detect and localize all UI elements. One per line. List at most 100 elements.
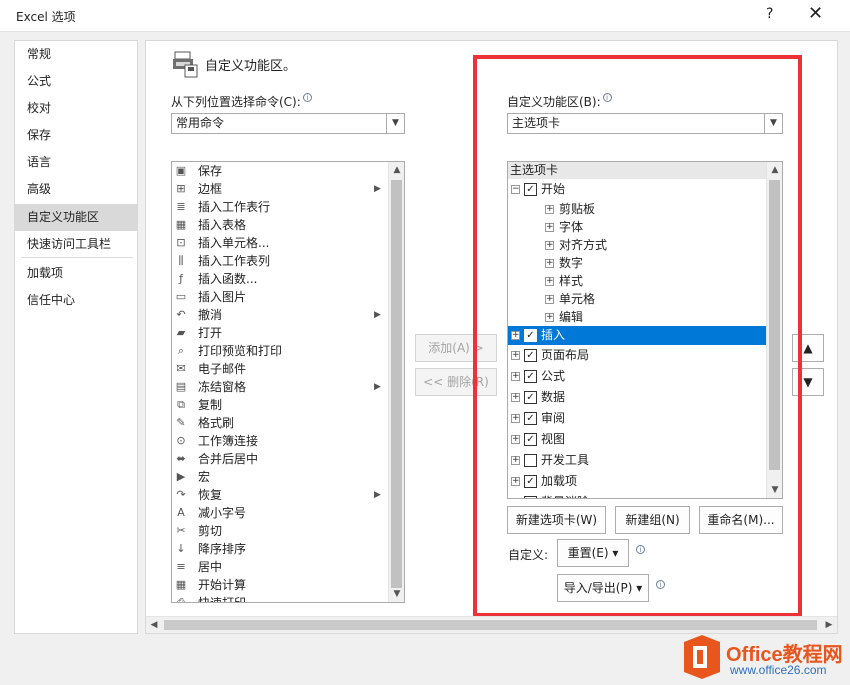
command-item[interactable]: ⊙ 工作簿连接 [174, 432, 386, 450]
insert-column-icon: ⫼ [178, 254, 184, 267]
calculate-icon: ▦ [175, 578, 187, 591]
command-item[interactable]: ▭ 插入图片 [174, 288, 386, 306]
window-title: Excel 选项 [16, 10, 76, 24]
command-label: 工作簿连接 [198, 434, 259, 448]
command-label: 冻结窗格 [198, 380, 247, 394]
macro-icon: ▶ [176, 470, 186, 483]
command-item[interactable]: ▣ 保存 [174, 162, 386, 180]
scroll-up-icon[interactable]: ▲ [389, 162, 404, 178]
command-item[interactable]: ▤ 冻结窗格 ▶ [174, 378, 386, 396]
insert-table-icon: ▦ [175, 218, 187, 231]
command-item[interactable]: ↷ 恢复 ▶ [174, 486, 386, 504]
nav-item[interactable]: 信任中心 [15, 287, 137, 314]
command-item[interactable]: ⊡ 插入单元格... [174, 234, 386, 252]
command-item[interactable]: ⫼ 插入工作表列 [174, 252, 386, 270]
command-label: 剪切 [198, 524, 223, 538]
command-label: 插入表格 [198, 218, 247, 232]
border-icon: ⊞ [176, 182, 186, 195]
nav-item[interactable]: 校对 [15, 95, 137, 122]
command-label: 插入函数... [198, 272, 258, 286]
close-button[interactable]: ✕ [808, 3, 823, 24]
horizontal-scrollbar[interactable]: ◀ ▶ [146, 616, 837, 633]
scroll-left-icon[interactable]: ◀ [146, 617, 162, 633]
command-label: 撤消 [198, 308, 223, 322]
info-icon: i [302, 93, 312, 102]
submenu-arrow-icon: ▶ [374, 490, 381, 500]
quick-print-icon: ⎙ [176, 596, 186, 603]
watermark-url: www.office26.com [730, 663, 827, 677]
sort-desc-icon: ↓ [176, 542, 186, 555]
commands-scrollbar[interactable]: ▲ ▼ [388, 162, 404, 602]
merge-center-icon: ⬌ [176, 452, 186, 465]
nav-item[interactable]: 常规 [15, 41, 137, 68]
combo-value: 常用命令 [176, 116, 225, 130]
connections-icon: ⊙ [176, 434, 186, 447]
nav-item[interactable]: 自定义功能区 [15, 204, 137, 231]
command-item[interactable]: ✎ 格式刷 [174, 414, 386, 432]
command-label: 打开 [198, 326, 223, 340]
submenu-arrow-icon: ▶ [374, 310, 381, 320]
scroll-down-icon[interactable]: ▼ [389, 586, 404, 602]
commands-list[interactable]: ▲ ▼ ▣ 保存 ⊞ 边框 ▶ ≣ 插入工作表行 ▦ 插入表格 ⊡ 插入单元格... ⫼ 插入工作表列 ƒ… [171, 161, 405, 603]
commands-source-label: 从下列位置选择命令(C): i [171, 93, 312, 110]
nav-separator [21, 257, 133, 258]
chevron-down-icon[interactable]: ▼ [386, 114, 404, 133]
nav-item[interactable]: 快速访问工具栏 [15, 231, 137, 258]
ribbon-customize-icon [173, 51, 198, 78]
command-label: 打印预览和打印 [198, 344, 283, 358]
nav-item[interactable]: 加载项 [15, 260, 137, 287]
command-label: 插入单元格... [198, 236, 270, 250]
nav-item[interactable]: 高级 [15, 176, 137, 203]
command-label: 格式刷 [198, 416, 235, 430]
format-painter-icon: ✎ [176, 416, 186, 429]
page-title: 自定义功能区。 [205, 59, 297, 74]
scroll-thumb[interactable] [391, 180, 402, 588]
command-label: 插入工作表列 [198, 254, 271, 268]
command-item[interactable]: ▦ 插入表格 [174, 216, 386, 234]
command-label: 宏 [198, 470, 211, 484]
cut-icon: ✂ [176, 524, 186, 537]
help-button[interactable]: ? [766, 6, 773, 22]
insert-row-icon: ≣ [176, 200, 186, 213]
command-item[interactable]: ⌕ 打印预览和打印 [174, 342, 386, 360]
office-logo-icon [684, 635, 720, 679]
command-label: 插入工作表行 [198, 200, 271, 214]
command-item[interactable]: ⊞ 边框 ▶ [174, 180, 386, 198]
command-label: 复制 [198, 398, 223, 412]
command-item[interactable]: ≣ 插入工作表行 [174, 198, 386, 216]
insert-cell-icon: ⊡ [176, 236, 186, 249]
scroll-right-icon[interactable]: ▶ [821, 617, 837, 633]
command-item[interactable]: ⧉ 复制 [174, 396, 386, 414]
open-folder-icon: ▰ [176, 326, 186, 339]
command-item[interactable]: ▦ 开始计算 [174, 576, 386, 594]
command-item[interactable]: ⬌ 合并后居中 [174, 450, 386, 468]
command-label: 降序排序 [198, 542, 247, 556]
freeze-panes-icon: ▤ [175, 380, 187, 393]
redo-icon: ↷ [176, 488, 186, 501]
font-smaller-icon: A [177, 506, 185, 519]
command-item[interactable]: ✂ 剪切 [174, 522, 386, 540]
command-label: 减小字号 [198, 506, 247, 520]
commands-source-combo[interactable]: 常用命令 ▼ [171, 113, 405, 134]
submenu-arrow-icon: ▶ [374, 382, 381, 392]
command-item[interactable]: ≡ 居中 [174, 558, 386, 576]
nav-item[interactable]: 保存 [15, 122, 137, 149]
copy-icon: ⧉ [177, 398, 185, 411]
command-label: 保存 [198, 164, 223, 178]
command-item[interactable]: ▰ 打开 [174, 324, 386, 342]
scroll-thumb[interactable] [164, 620, 817, 630]
command-label: 电子邮件 [198, 362, 247, 376]
command-item[interactable]: ƒ 插入函数... [174, 270, 386, 288]
command-item[interactable]: ↓ 降序排序 [174, 540, 386, 558]
command-label: 居中 [198, 560, 223, 574]
center-icon: ≡ [176, 560, 186, 573]
command-item[interactable]: ▶ 宏 [174, 468, 386, 486]
command-item[interactable]: A 减小字号 [174, 504, 386, 522]
command-label: 插入图片 [198, 290, 247, 304]
nav-item[interactable]: 语言 [15, 149, 137, 176]
undo-icon: ↶ [176, 308, 186, 321]
command-item[interactable]: ↶ 撤消 ▶ [174, 306, 386, 324]
command-item[interactable]: ⎙ 快速打印 [174, 594, 386, 603]
command-item[interactable]: ✉ 电子邮件 [174, 360, 386, 378]
nav-item[interactable]: 公式 [15, 68, 137, 95]
